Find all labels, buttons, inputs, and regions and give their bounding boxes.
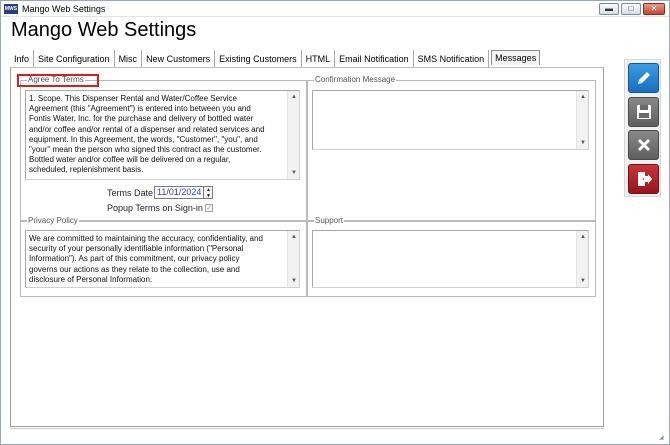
terms-date-label: Terms Date bbox=[107, 188, 154, 198]
pencil-icon bbox=[637, 72, 650, 84]
minimize-button[interactable]: ▬ bbox=[599, 3, 619, 15]
page-title: Mango Web Settings bbox=[11, 19, 197, 41]
tab-misc[interactable]: Misc bbox=[115, 50, 143, 67]
agree-to-terms-highlight-box bbox=[17, 74, 99, 87]
scroll-up-icon[interactable]: ▲ bbox=[289, 232, 299, 242]
action-toolbar bbox=[624, 59, 661, 197]
terms-date-spinner[interactable]: ▲ ▼ bbox=[204, 186, 213, 199]
tab-new-customers[interactable]: New Customers bbox=[142, 50, 216, 67]
scroll-up-icon[interactable]: ▲ bbox=[578, 232, 588, 242]
support-textarea[interactable]: ▲ ▼ bbox=[312, 230, 589, 288]
terms-date-input[interactable]: 11/01/2024 bbox=[154, 186, 204, 199]
floppy-disk-icon bbox=[636, 105, 651, 119]
agree-to-terms-textarea[interactable]: 1. Scope. This Dispenser Rental and Wate… bbox=[25, 90, 300, 180]
close-window-button[interactable]: ✕ bbox=[643, 3, 665, 15]
app-icon: MWS bbox=[4, 4, 18, 14]
scroll-up-icon[interactable]: ▲ bbox=[578, 92, 588, 102]
confirmation-message-scrollbar[interactable]: ▲ ▼ bbox=[576, 91, 588, 149]
spin-down-icon[interactable]: ▼ bbox=[205, 193, 212, 199]
tab-messages[interactable]: Messages bbox=[491, 50, 541, 65]
maximize-button[interactable]: □ bbox=[621, 3, 641, 15]
window-title: Mango Web Settings bbox=[22, 4, 106, 14]
support-label: Support bbox=[314, 216, 345, 226]
title-bar: MWS Mango Web Settings ▬ □ ✕ bbox=[1, 1, 669, 17]
privacy-policy-textarea[interactable]: We are committed to maintaining the accu… bbox=[25, 230, 300, 288]
agree-to-terms-scrollbar[interactable]: ▲ ▼ bbox=[287, 91, 299, 179]
popup-terms-label: Popup Terms on Sign-in bbox=[107, 203, 203, 213]
confirmation-message-label: Confirmation Message bbox=[314, 75, 397, 85]
app-window: MWS Mango Web Settings ▬ □ ✕ Mango Web S… bbox=[0, 0, 670, 445]
tab-html[interactable]: HTML bbox=[302, 50, 336, 67]
support-scrollbar[interactable]: ▲ ▼ bbox=[576, 231, 588, 287]
scroll-down-icon[interactable]: ▼ bbox=[578, 276, 588, 286]
tab-sms-notification[interactable]: SMS Notification bbox=[414, 50, 490, 67]
privacy-policy-text: We are committed to maintaining the accu… bbox=[29, 234, 263, 284]
exit-button[interactable] bbox=[628, 164, 659, 194]
settings-tabs: Info Site Configuration Misc New Custome… bbox=[10, 50, 541, 67]
tab-existing-customers[interactable]: Existing Customers bbox=[215, 50, 302, 67]
edit-button[interactable] bbox=[628, 63, 659, 93]
confirmation-message-textarea[interactable]: ▲ ▼ bbox=[312, 90, 589, 150]
privacy-policy-label: Privacy Policy bbox=[27, 216, 79, 226]
resize-grip-icon[interactable]: ◢ bbox=[659, 434, 667, 442]
tab-info[interactable]: Info bbox=[10, 50, 35, 67]
popup-terms-checkbox[interactable]: ✓ bbox=[205, 204, 213, 212]
scroll-up-icon[interactable]: ▲ bbox=[289, 92, 299, 102]
scroll-down-icon[interactable]: ▼ bbox=[578, 138, 588, 148]
exit-door-icon bbox=[637, 172, 652, 186]
tab-email-notification[interactable]: Email Notification bbox=[335, 50, 414, 67]
agree-to-terms-text: 1. Scope. This Dispenser Rental and Wate… bbox=[29, 94, 265, 175]
x-icon bbox=[637, 139, 650, 151]
cancel-button[interactable] bbox=[628, 130, 659, 160]
scroll-down-icon[interactable]: ▼ bbox=[289, 276, 299, 286]
privacy-policy-scrollbar[interactable]: ▲ ▼ bbox=[287, 231, 299, 287]
panel-divider bbox=[10, 427, 604, 429]
tab-site-configuration[interactable]: Site Configuration bbox=[34, 50, 115, 67]
scroll-down-icon[interactable]: ▼ bbox=[289, 168, 299, 178]
save-button[interactable] bbox=[628, 97, 659, 127]
